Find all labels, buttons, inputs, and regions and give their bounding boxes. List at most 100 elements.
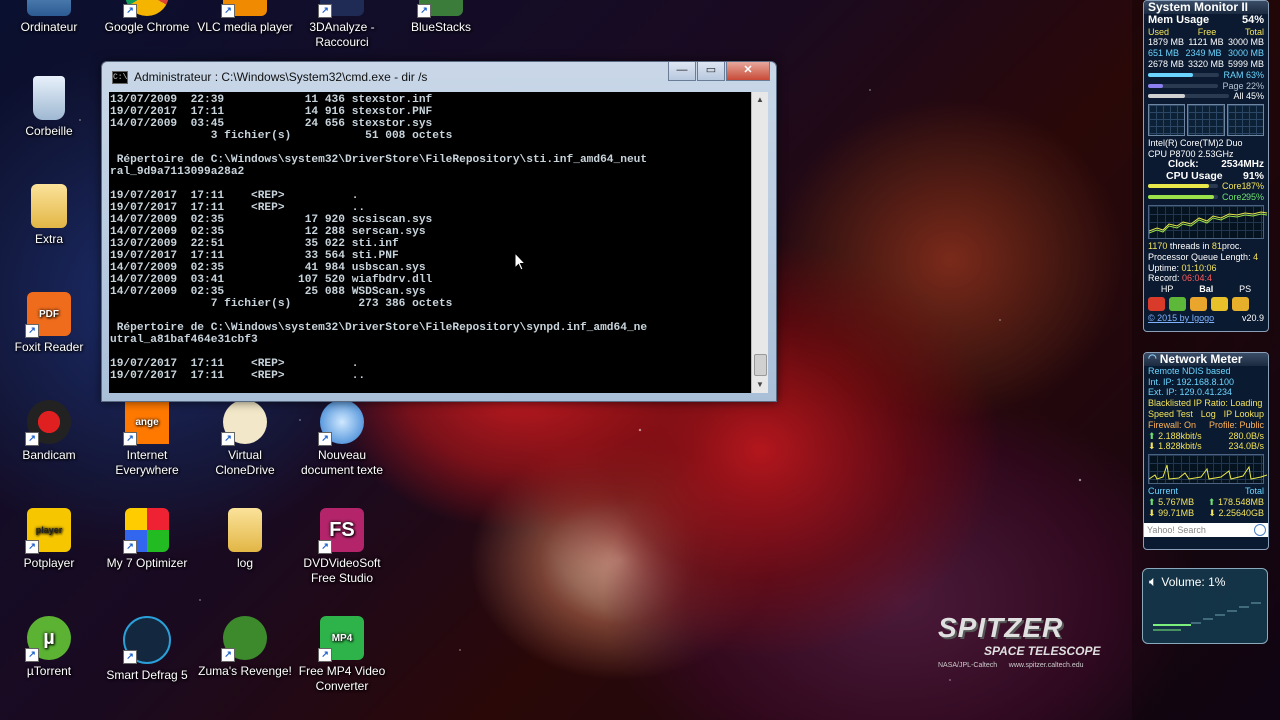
clock-value: 2534MHz: [1221, 158, 1264, 170]
desktop-icon-bandicam[interactable]: ↗ Bandicam: [1, 400, 97, 463]
moon-icon[interactable]: [1211, 296, 1228, 311]
desktop-icon-log[interactable]: log: [197, 508, 293, 571]
mode-hp[interactable]: HP: [1161, 284, 1174, 295]
key-icon[interactable]: [1232, 296, 1249, 311]
mem-row: 2678 MB 3320 MB 5999 MB: [1144, 59, 1268, 70]
icon-label: µTorrent: [26, 664, 72, 678]
network-meter-gadget[interactable]: ◠ Network Meter Remote NDIS based Int. I…: [1143, 352, 1269, 550]
search-placeholder: Yahoo! Search: [1147, 524, 1206, 535]
mem-col-total: Total: [1244, 26, 1264, 37]
queue-row: Processor Queue Length: 4: [1144, 252, 1268, 263]
icon-label: Bandicam: [22, 448, 76, 462]
system-monitor-gadget[interactable]: System Monitor II Mem Usage 54% Used Fre…: [1143, 0, 1269, 332]
vertical-scrollbar[interactable]: ▲ ▼: [751, 92, 768, 393]
firewall-row: Firewall: On Profile: Public: [1144, 420, 1268, 431]
desktop-icon-nouveau-document[interactable]: ↗ Nouveau document texte: [294, 400, 390, 478]
orange-icon: ange ↗: [123, 400, 169, 446]
desktop-icon-extra[interactable]: Extra: [1, 184, 97, 247]
foxit-icon: PDF ↗: [25, 292, 71, 338]
desktop-icon-my7optimizer[interactable]: ↗ My 7 Optimizer: [99, 508, 195, 571]
all-row: All 45%: [1144, 91, 1268, 102]
blacklist-row: Blacklisted IP Ratio: Loading: [1148, 398, 1263, 409]
cpu-graph: [1148, 204, 1267, 239]
maximize-button[interactable]: ▭: [697, 62, 725, 81]
search-icon[interactable]: [1254, 523, 1266, 536]
icon-label: Extra: [34, 232, 63, 246]
mem-row: 1879 MB 1121 MB 3000 MB: [1144, 37, 1268, 48]
network-graph: [1148, 454, 1267, 485]
desktop-icon-dvdvideosoft[interactable]: FS ↗ DVDVideoSoft Free Studio: [294, 508, 390, 586]
optimizer-icon: ↗: [123, 508, 169, 554]
desktop-icon-freemp4[interactable]: MP4 ↗ Free MP4 Video Converter: [294, 616, 390, 694]
desktop-icon-potplayer[interactable]: player ↗ Potplayer: [1, 508, 97, 571]
desktop-icon-smartdefrag[interactable]: ↗ Smart Defrag 5: [99, 616, 195, 683]
close-button[interactable]: ✕: [726, 62, 770, 81]
core2-row: Core2 95%: [1144, 192, 1268, 203]
mouse-cursor-icon: [514, 252, 526, 271]
power-icon[interactable]: [1148, 296, 1165, 311]
icon-label: log: [236, 556, 253, 570]
mode-bal[interactable]: Bal: [1199, 284, 1213, 295]
scroll-up-arrow[interactable]: ▲: [752, 92, 768, 108]
total-download: 2.25640GB: [1218, 507, 1264, 518]
uptime-row: Uptime: 01:10:06: [1144, 263, 1268, 274]
folder-icon: [31, 184, 67, 228]
power-modes: HP Bal PS: [1144, 284, 1268, 295]
scroll-down-arrow[interactable]: ▼: [752, 377, 768, 393]
mode-ps[interactable]: PS: [1239, 284, 1251, 295]
mem-columns: Used Free Total: [1144, 27, 1268, 38]
icon-label: Foxit Reader: [14, 340, 84, 354]
desktop-icon-chrome[interactable]: ↗ Google Chrome: [99, 0, 195, 35]
process-count: 81: [1211, 240, 1222, 251]
desktop-icon-utorrent[interactable]: µ ↗ µTorrent: [1, 616, 97, 679]
totals-download: ⬇ 99.71MB ⬇ 2.25640GB: [1148, 507, 1264, 518]
lock-icon[interactable]: [1190, 296, 1207, 311]
volume-gadget[interactable]: 🔈︎ Volume: 1%: [1142, 568, 1268, 644]
desktop-icon-corbeille[interactable]: Corbeille: [1, 76, 97, 139]
speed-test-link[interactable]: Speed Test: [1148, 409, 1193, 420]
mem-value: 3000 MB: [1227, 48, 1264, 59]
ram-row: RAM 63%: [1144, 70, 1268, 81]
mem-value: 3000 MB: [1227, 37, 1264, 48]
icon-label: Google Chrome: [104, 20, 190, 34]
console-output[interactable]: 13/07/2009 22:39 11 436 stexstor.inf 19/…: [109, 92, 753, 393]
desktop-icon-zuma[interactable]: ↗ Zuma's Revenge!: [197, 616, 293, 679]
bandicam-icon: ↗: [25, 400, 71, 446]
mem-value: 651 MB: [1148, 48, 1180, 59]
desktop-icon-ordinateur[interactable]: Ordinateur: [1, 0, 97, 35]
smartdefrag-icon: ↗: [123, 616, 171, 664]
document-icon: ↗: [318, 400, 364, 446]
log-link[interactable]: Log: [1201, 409, 1216, 420]
potplayer-icon: player ↗: [25, 508, 71, 554]
icon-label: BlueStacks: [410, 20, 472, 34]
cmd-window[interactable]: C:\ Administrateur : C:\Windows\System32…: [101, 61, 777, 402]
threads-text: threads in: [1167, 240, 1212, 251]
desktop-icon-clonedrive[interactable]: ↗ Virtual CloneDrive: [197, 400, 293, 478]
cpu-usage-percent: 91%: [1242, 169, 1264, 182]
window-controls: — ▭ ✕: [667, 62, 770, 81]
current-upload: 5.767MB: [1158, 496, 1195, 507]
gadget-title: System Monitor II: [1144, 1, 1268, 14]
desktop-icon-3danalyze[interactable]: ↗ 3DAnalyze - Raccourci: [294, 0, 390, 50]
scroll-thumb[interactable]: [754, 354, 767, 376]
icon-label: My 7 Optimizer: [106, 556, 188, 570]
desktop-icon-vlc[interactable]: ↗ VLC media player: [197, 0, 293, 35]
core2-bar: [1148, 195, 1218, 200]
icon-label: Smart Defrag 5: [106, 668, 188, 682]
settings-icon[interactable]: [1169, 296, 1186, 311]
yahoo-search-input[interactable]: Yahoo! Search: [1144, 522, 1268, 537]
minimize-button[interactable]: —: [668, 62, 696, 81]
cmd-titlebar[interactable]: C:\ Administrateur : C:\Windows\System32…: [112, 67, 427, 87]
desktop-icon-bluestacks[interactable]: ↗ BlueStacks: [393, 0, 489, 35]
cpu-graph-line: [1149, 211, 1267, 234]
ip-lookup-link[interactable]: IP Lookup: [1224, 409, 1264, 420]
icon-label: Corbeille: [25, 124, 73, 138]
credit-link[interactable]: © 2015 by Igogo: [1148, 313, 1214, 324]
folder-icon: [228, 508, 262, 552]
desktop-icon-internet-everywhere[interactable]: ange ↗ Internet Everywhere: [99, 400, 195, 478]
mem-col-free: Free: [1197, 26, 1217, 37]
clock-row: Clock: 2534MHz: [1144, 158, 1268, 171]
icon-label: Ordinateur: [20, 20, 78, 34]
desktop-icon-foxit[interactable]: PDF ↗ Foxit Reader: [1, 292, 97, 355]
icon-label: Virtual CloneDrive: [215, 448, 275, 477]
